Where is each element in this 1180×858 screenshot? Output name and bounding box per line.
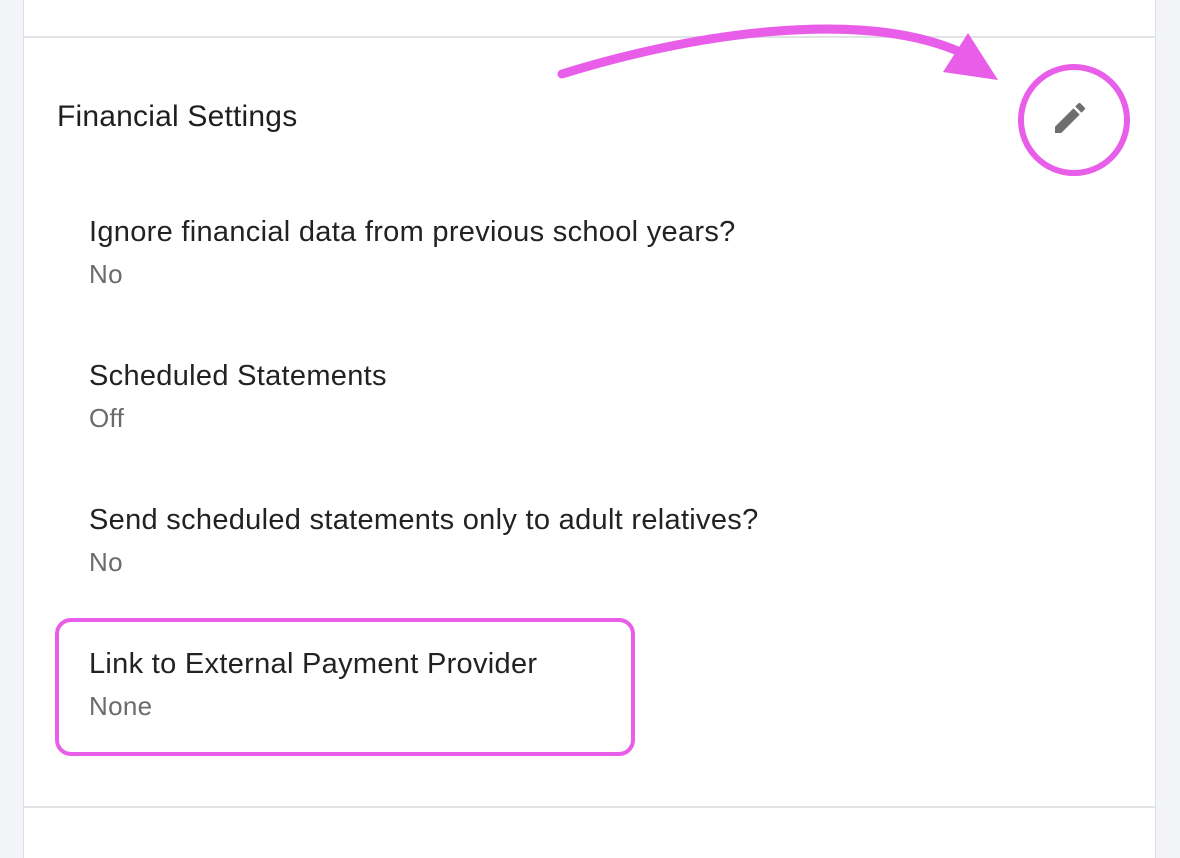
edit-financial-settings-button[interactable] [1040,88,1100,148]
setting-value: No [89,547,123,577]
setting-ignore-previous-years: Ignore financial data from previous scho… [89,214,736,290]
highlight-box-payment-provider [55,618,635,756]
section-divider-top [24,36,1155,38]
setting-scheduled-statements: Scheduled Statements Off [89,358,387,434]
setting-send-to-adult-relatives: Send scheduled statements only to adult … [89,502,759,578]
setting-label: Scheduled Statements [89,360,387,392]
setting-label: Send scheduled statements only to adult … [89,504,759,536]
section-title: Financial Settings [57,100,298,133]
setting-label: Ignore financial data from previous scho… [89,216,736,248]
pencil-icon [1055,102,1086,133]
setting-value: Off [89,403,125,433]
setting-value: No [89,259,123,289]
section-divider-bottom [24,806,1155,808]
